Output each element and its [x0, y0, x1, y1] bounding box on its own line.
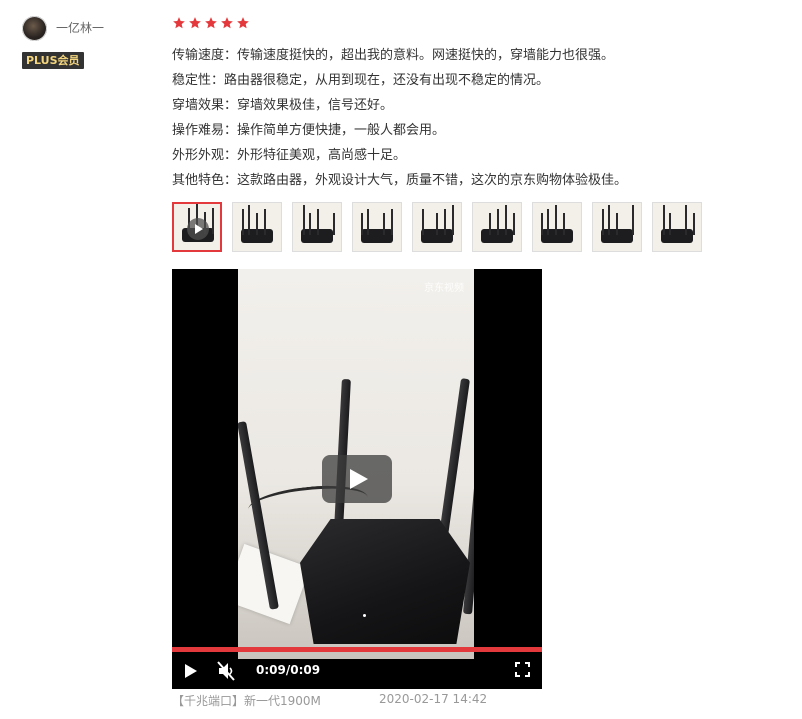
antenna-thumbnail	[309, 213, 311, 235]
thumbnail-image[interactable]	[292, 202, 342, 252]
review-line-stability: 稳定性：路由器很稳定，从用到现在，还没有出现不稳定的情况。	[172, 73, 550, 88]
antenna-thumbnail	[497, 209, 499, 235]
review-line-ease-of-use: 操作难易：操作简单方便快捷，一般人都会用。	[172, 123, 446, 138]
thumbnail-image[interactable]	[652, 202, 702, 252]
antenna-thumbnail	[563, 213, 565, 235]
play-icon[interactable]	[185, 664, 197, 678]
user-avatar	[22, 16, 47, 41]
play-icon	[187, 218, 209, 240]
router-thumbnail-image	[361, 229, 393, 243]
thumbnail-image[interactable]	[352, 202, 402, 252]
antenna-thumbnail	[436, 213, 438, 235]
star-icon	[173, 17, 185, 29]
video-controls: 0:09/0:09	[172, 654, 542, 689]
antenna-thumbnail	[242, 209, 244, 235]
antenna-thumbnail	[685, 205, 687, 235]
antenna-thumbnail	[256, 213, 258, 235]
antenna-thumbnail	[317, 209, 319, 235]
antenna-thumbnail	[452, 205, 454, 235]
antenna-thumbnail	[489, 213, 491, 235]
thumbnail-video[interactable]	[172, 202, 222, 252]
antenna-thumbnail	[422, 209, 424, 235]
video-player[interactable]: 京东视频 0:09/0:09	[172, 269, 542, 689]
star-icon	[205, 17, 217, 29]
antenna-thumbnail	[513, 213, 515, 235]
antenna-thumbnail	[248, 205, 250, 235]
video-watermark: 京东视频	[424, 283, 464, 294]
thumbnail-image[interactable]	[412, 202, 462, 252]
antenna-thumbnail	[444, 209, 446, 235]
thumbnail-image[interactable]	[592, 202, 642, 252]
star-icon	[237, 17, 249, 29]
antenna-thumbnail	[602, 209, 604, 235]
review-date: 2020-02-17 14:42	[379, 692, 488, 706]
antenna-thumbnail	[669, 213, 671, 235]
antenna-thumbnail	[303, 205, 305, 235]
antenna-thumbnail	[693, 213, 695, 235]
rating-stars	[172, 16, 250, 32]
antenna-thumbnail	[547, 209, 549, 235]
antenna-thumbnail	[541, 213, 543, 235]
router-body	[300, 519, 470, 644]
video-progress-bar[interactable]	[172, 647, 542, 652]
router-thumbnail-image	[661, 229, 693, 243]
antenna-thumbnail	[333, 213, 335, 235]
antenna-thumbnail	[383, 213, 385, 235]
router-led	[363, 614, 366, 617]
router-thumbnail-image	[541, 229, 573, 243]
review-content: 传输速度：传输速度挺快的，超出我的意料。网速挺快的，穿墙能力也很强。 稳定性：路…	[172, 43, 792, 193]
antenna-thumbnail	[663, 205, 665, 235]
antenna-thumbnail	[361, 213, 363, 235]
star-icon	[189, 17, 201, 29]
thumbnail-image[interactable]	[472, 202, 522, 252]
review-line-speed: 传输速度：传输速度挺快的，超出我的意料。网速挺快的，穿墙能力也很强。	[172, 48, 615, 63]
antenna-thumbnail	[555, 205, 557, 235]
review-media-thumbnails	[172, 202, 712, 252]
product-spec: 【千兆端口】新一代1900M	[172, 694, 321, 708]
username[interactable]: 一亿林一	[56, 19, 104, 36]
thumbnail-image[interactable]	[232, 202, 282, 252]
fullscreen-icon[interactable]	[515, 662, 530, 677]
antenna-thumbnail	[608, 205, 610, 235]
antenna-thumbnail	[367, 209, 369, 235]
big-play-icon[interactable]	[322, 455, 392, 503]
mute-icon[interactable]	[216, 660, 236, 682]
antenna-thumbnail	[391, 209, 393, 235]
review-line-other-features: 其他特色：这款路由器，外观设计大气，质量不错，这次的京东购物体验极佳。	[172, 173, 628, 188]
antenna-thumbnail	[632, 205, 634, 235]
antenna-thumbnail	[264, 209, 266, 235]
video-time: 0:09/0:09	[256, 663, 321, 677]
antenna-thumbnail	[616, 213, 618, 235]
review-line-appearance: 外形外观：外形特征美观，高尚感十足。	[172, 148, 407, 163]
thumbnail-image[interactable]	[532, 202, 582, 252]
antenna-thumbnail	[505, 205, 507, 235]
star-icon	[221, 17, 233, 29]
review-line-wall-penetration: 穿墙效果：穿墙效果极佳，信号还好。	[172, 98, 394, 113]
antenna-thumbnail	[212, 208, 214, 234]
plus-member-badge: PLUS会员	[22, 52, 84, 69]
